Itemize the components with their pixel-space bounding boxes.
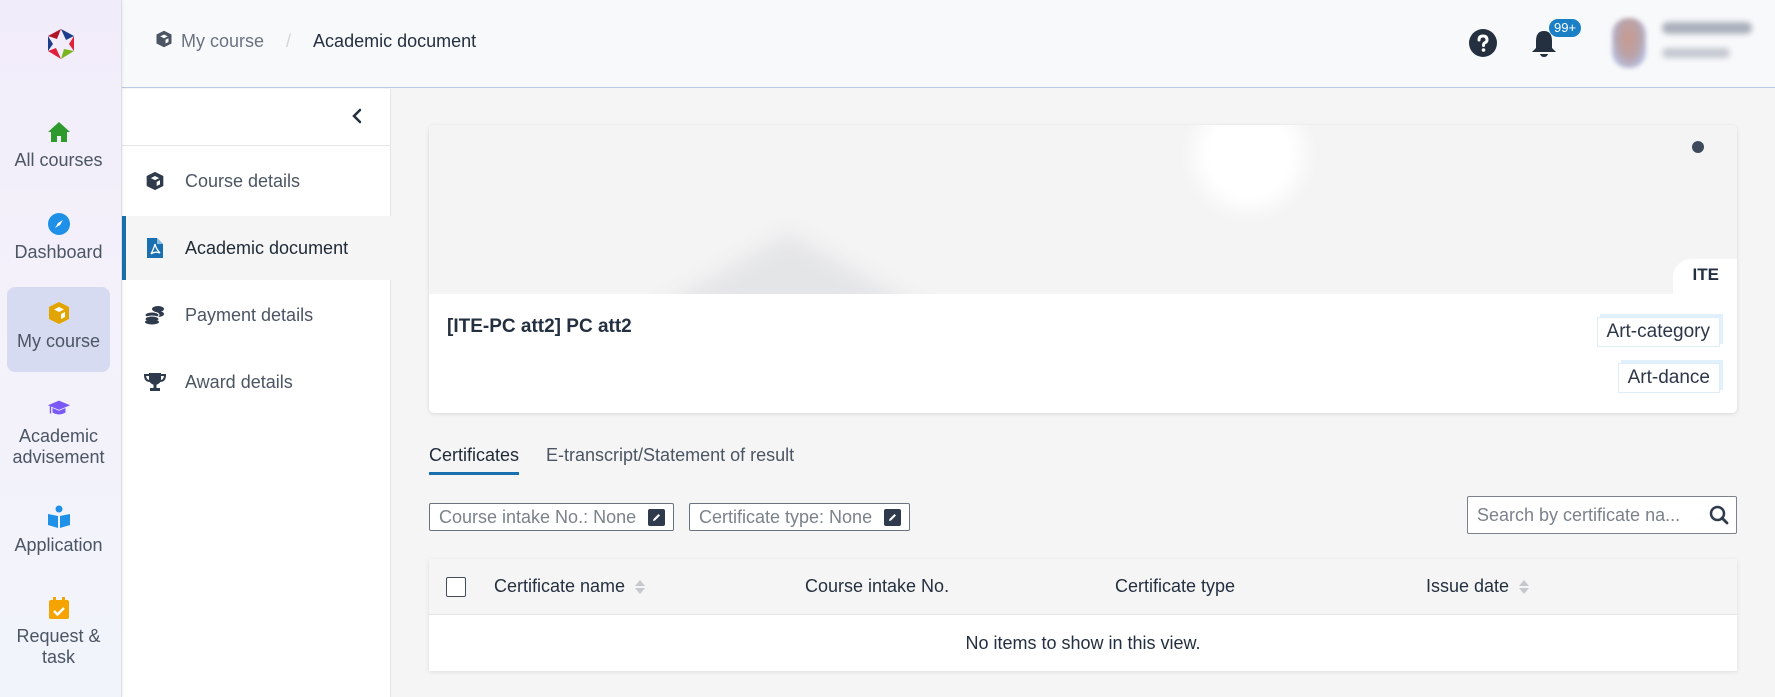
user-name-blurred[interactable]	[1662, 22, 1752, 34]
compass-icon	[47, 212, 71, 236]
subnav-item-label: Academic document	[185, 237, 349, 258]
chevron-left-icon[interactable]	[351, 107, 363, 130]
carousel-dot[interactable]	[1692, 141, 1704, 153]
rail-item-label: Application	[14, 535, 103, 555]
course-subnav: Course details Academic document Payment…	[122, 89, 391, 697]
subnav-collapse-bar	[122, 89, 391, 146]
tag-art-category: Art-category	[1596, 317, 1720, 347]
search-input[interactable]	[1468, 497, 1698, 533]
tab-e-transcript[interactable]: E-transcript/Statement of result	[546, 445, 794, 475]
home-icon	[47, 120, 71, 144]
column-certificate-name[interactable]: Certificate name	[494, 576, 646, 597]
breadcrumb-separator: /	[286, 31, 292, 51]
user-role-blurred	[1662, 48, 1730, 58]
course-banner-placeholder	[429, 125, 1737, 294]
course-intake-filter[interactable]: Course intake No.: None	[429, 503, 675, 531]
cube-icon	[47, 301, 71, 325]
tab-certificates[interactable]: Certificates	[429, 445, 520, 475]
app-logo[interactable]	[0, 0, 122, 88]
pdf-file-icon	[143, 238, 167, 258]
graduation-cap-icon	[47, 396, 71, 420]
column-issue-date[interactable]: Issue date	[1426, 576, 1530, 597]
breadcrumb: My course / Academic document	[155, 30, 476, 53]
rail-item-label: All courses	[14, 150, 103, 170]
filter-label: Certificate type: None	[699, 506, 873, 527]
org-label: ITE	[1672, 259, 1737, 295]
breadcrumb-current: Academic document	[313, 31, 477, 51]
notification-badge: 99+	[1549, 19, 1582, 37]
certificate-search	[1467, 496, 1737, 534]
search-icon[interactable]	[1709, 505, 1729, 530]
breadcrumb-my-course[interactable]: My course	[181, 31, 264, 52]
rail-item-application[interactable]: Application	[7, 505, 110, 556]
subnav-item-label: Award details	[185, 371, 293, 392]
column-label: Issue date	[1426, 576, 1510, 596]
subnav-item-label: Payment details	[185, 304, 314, 325]
column-course-intake: Course intake No.	[805, 576, 949, 597]
rail-item-label: Dashboard	[14, 242, 103, 262]
rail-item-label: Academic advisement	[12, 426, 105, 467]
sort-icon[interactable]	[635, 579, 646, 594]
rail-item-dashboard[interactable]: Dashboard	[7, 212, 110, 263]
certificates-table: Certificate name Course intake No. Certi…	[429, 559, 1737, 671]
main-sidebar: All courses Dashboard My course Academic…	[0, 0, 122, 697]
column-label: Certificate type	[1115, 576, 1236, 596]
filter-label: Course intake No.: None	[439, 506, 637, 527]
subnav-item-academic-document[interactable]: Academic document	[122, 216, 391, 280]
column-label: Course intake No.	[805, 576, 950, 596]
cube-icon	[143, 171, 167, 191]
coins-icon	[143, 305, 167, 325]
rail-item-all-courses[interactable]: All courses	[7, 120, 110, 171]
logo-icon	[48, 29, 74, 59]
column-label: Certificate name	[494, 576, 626, 596]
course-title: [ITE-PC att2] PC att2	[447, 316, 632, 337]
select-all-checkbox[interactable]	[446, 577, 466, 597]
tag-art-dance: Art-dance	[1617, 363, 1720, 393]
subnav-item-label: Course details	[185, 170, 301, 191]
top-header: My course / Academic document	[122, 0, 1775, 88]
course-card: ITE [ITE-PC att2] PC att2 Art-category A…	[429, 125, 1737, 413]
cube-icon	[155, 30, 173, 53]
rail-item-label: My course	[16, 331, 101, 351]
rail-item-my-course[interactable]: My course	[7, 287, 110, 372]
placeholder-mountain-shape	[649, 233, 929, 294]
sort-icon[interactable]	[1519, 579, 1530, 594]
document-tabs: Certificates E-transcript/Statement of r…	[429, 445, 821, 475]
empty-state-message: No items to show in this view.	[965, 632, 1201, 653]
rail-item-academic-advisement[interactable]: Academic advisement	[7, 396, 110, 468]
edit-icon[interactable]	[884, 508, 902, 526]
rail-item-request-task[interactable]: Request & task	[7, 596, 110, 668]
subnav-item-award-details[interactable]: Award details	[122, 350, 391, 414]
user-avatar[interactable]	[1612, 18, 1646, 68]
calendar-check-icon	[47, 596, 71, 620]
trophy-icon	[143, 372, 167, 392]
help-icon[interactable]	[1469, 29, 1497, 62]
subnav-item-course-details[interactable]: Course details	[122, 149, 391, 213]
table-header: Certificate name Course intake No. Certi…	[429, 559, 1737, 615]
reader-icon	[47, 505, 71, 529]
rail-item-label: Request & task	[16, 626, 101, 667]
subnav-item-payment-details[interactable]: Payment details	[122, 283, 391, 347]
placeholder-sun-shape	[1194, 125, 1304, 210]
edit-icon[interactable]	[648, 508, 666, 526]
column-certificate-type: Certificate type	[1115, 576, 1235, 597]
certificate-type-filter[interactable]: Certificate type: None	[689, 503, 911, 531]
